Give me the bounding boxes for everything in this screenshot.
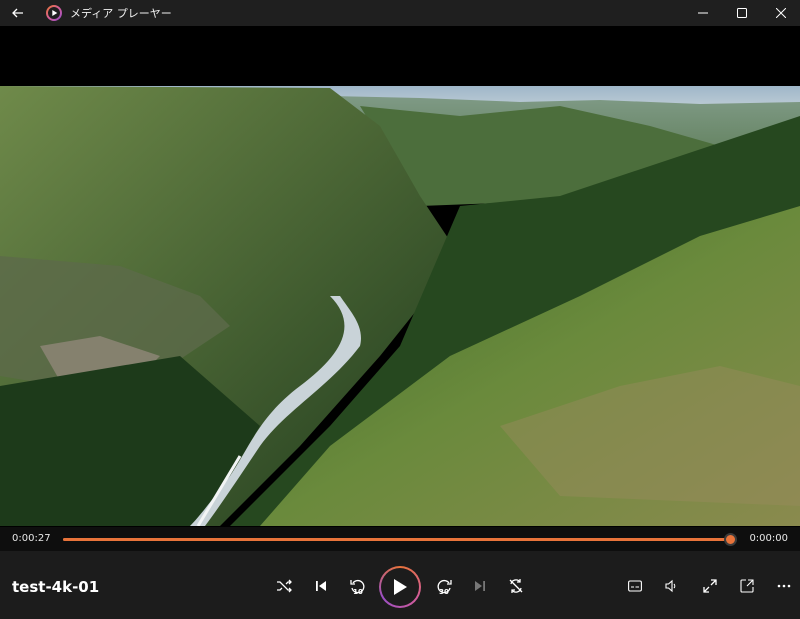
seek-track[interactable] <box>63 533 737 546</box>
fullscreen-icon <box>703 579 717 593</box>
next-button[interactable] <box>470 576 490 596</box>
miniplayer-button[interactable] <box>737 577 757 595</box>
miniplayer-icon <box>740 579 754 593</box>
media-title: test-4k-01 <box>12 578 100 596</box>
play-icon <box>394 579 407 595</box>
video-image <box>0 26 800 526</box>
subtitles-icon <box>628 580 642 592</box>
shuffle-icon <box>277 579 292 593</box>
seek-bar-area: 0:00:27 0:00:00 <box>0 527 800 551</box>
maximize-button[interactable] <box>722 0 761 26</box>
shuffle-button[interactable] <box>274 576 294 596</box>
maximize-icon <box>736 8 747 18</box>
more-button[interactable] <box>774 577 794 595</box>
seek-thumb[interactable] <box>723 533 737 546</box>
window-controls <box>683 0 800 26</box>
next-track-icon <box>475 581 485 591</box>
play-button-inner <box>381 568 419 606</box>
play-button[interactable] <box>379 566 421 608</box>
close-button[interactable] <box>761 0 800 26</box>
back-button[interactable] <box>0 0 36 26</box>
volume-button[interactable] <box>661 577 681 595</box>
title-bar: メディア プレーヤー <box>0 0 800 26</box>
window-title: メディア プレーヤー <box>70 7 172 20</box>
rewind-button[interactable]: 10 <box>347 575 369 597</box>
more-icon <box>777 584 791 588</box>
forward-seconds: 30 <box>439 588 449 596</box>
arrow-left-icon <box>12 8 23 18</box>
app-logo-icon <box>46 5 62 21</box>
volume-icon <box>665 579 676 593</box>
current-time: 0:00:27 <box>12 533 51 544</box>
fullscreen-button[interactable] <box>700 577 720 595</box>
minimize-button[interactable] <box>683 0 722 26</box>
control-bar: test-4k-01 10 30 <box>0 551 800 619</box>
subtitles-button[interactable] <box>625 577 645 595</box>
forward-button[interactable]: 30 <box>433 575 455 597</box>
minimize-icon <box>697 12 708 14</box>
previous-button[interactable] <box>311 576 331 596</box>
total-time: 0:00:00 <box>749 533 788 544</box>
rewind-seconds: 10 <box>353 588 363 596</box>
close-icon <box>775 8 786 18</box>
previous-track-icon <box>316 581 326 591</box>
repeat-button[interactable] <box>506 576 526 596</box>
video-frame[interactable] <box>0 26 800 526</box>
seek-progress <box>63 538 730 541</box>
repeat-off-icon <box>509 579 523 593</box>
